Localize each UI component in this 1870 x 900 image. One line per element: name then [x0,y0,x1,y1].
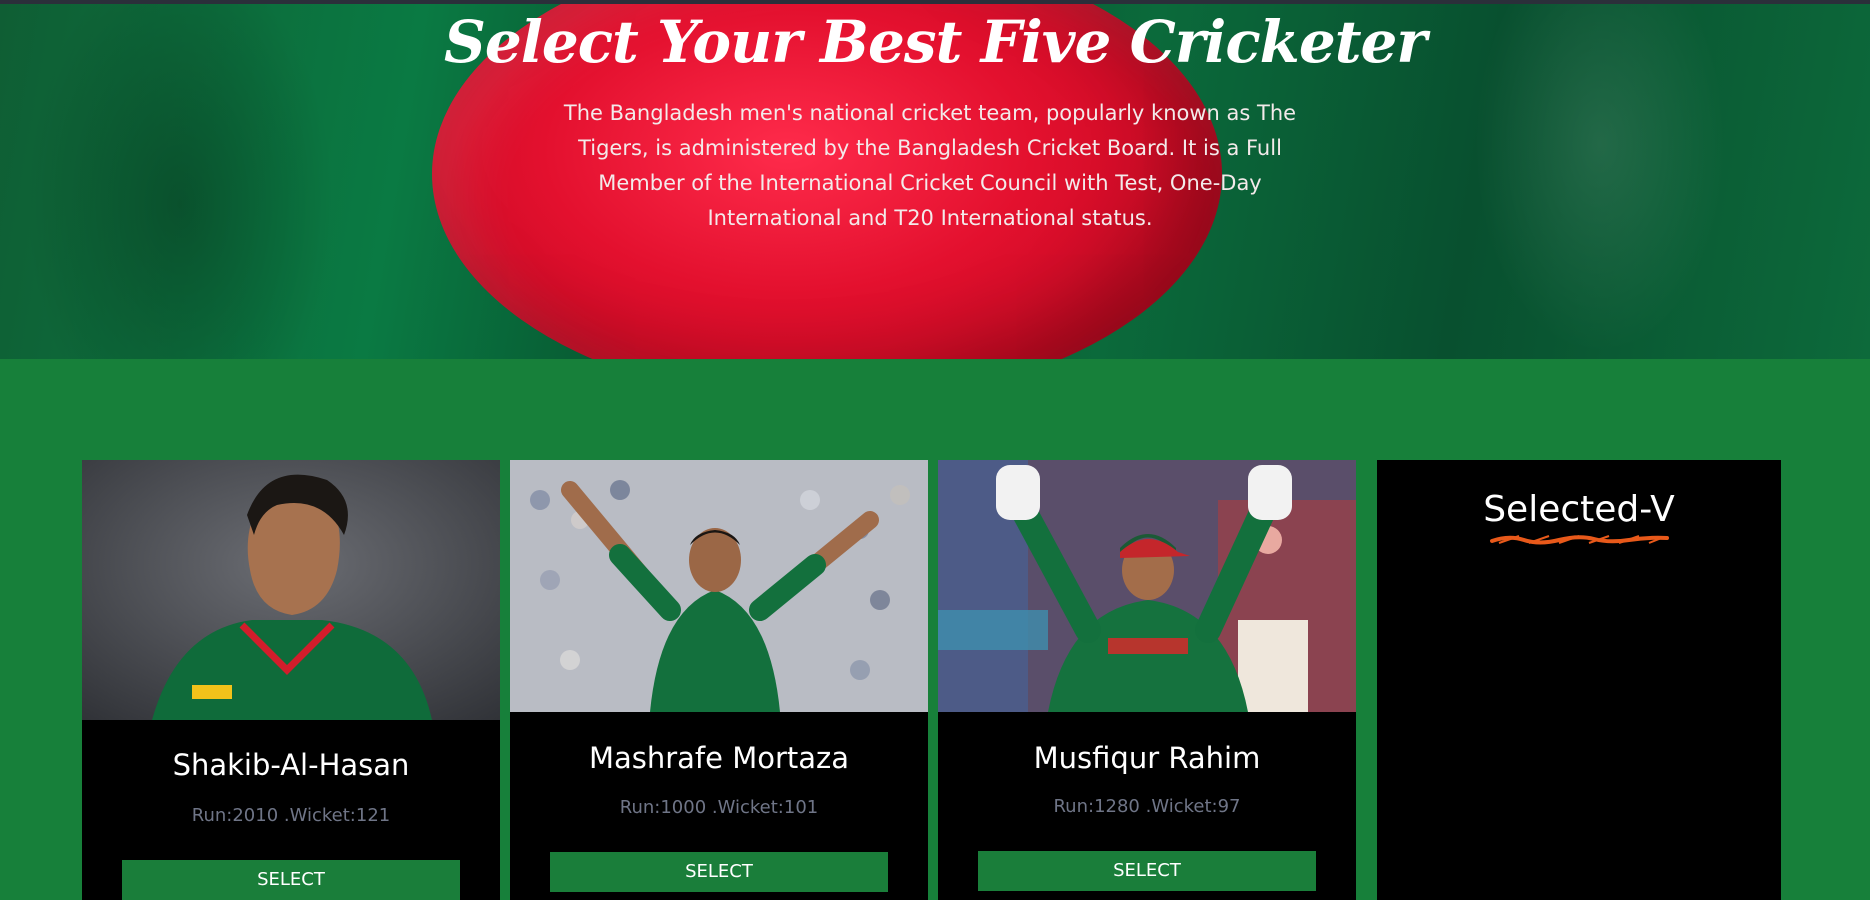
player-photo [510,460,928,712]
player-photo-shakib [82,460,500,720]
player-card: Musfiqur Rahim Run:1280 .Wicket:97 SELEC… [938,460,1356,900]
player-name: Mashrafe Mortaza [588,741,850,775]
selected-players-panel: Selected-V [1377,460,1781,900]
selected-panel-title: Selected-V [1483,489,1675,530]
player-name: Shakib-Al-Hasan [172,748,410,782]
player-stats: Run:2010 .Wicket:121 [191,805,391,826]
select-button-shakib[interactable]: SELECT [122,860,460,900]
hero-banner: Select Your Best Five Cricketer The Bang… [0,4,1870,359]
title-underline-scribble [1490,535,1669,545]
page-title: Select Your Best Five Cricketer [444,8,1427,76]
player-photo-musfiqur [938,460,1356,712]
player-photo [938,460,1356,712]
player-stats: Run:1000 .Wicket:101 [619,797,819,818]
player-card: Shakib-Al-Hasan Run:2010 .Wicket:121 SEL… [82,460,500,900]
select-button-mashrafe[interactable]: SELECT [550,852,888,892]
select-button-musfiqur[interactable]: SELECT [978,851,1316,891]
hero-description: The Bangladesh men's national cricket te… [563,101,1297,230]
player-name: Musfiqur Rahim [1033,741,1261,775]
player-photo-mashrafe [510,460,928,712]
player-card: Mashrafe Mortaza Run:1000 .Wicket:101 SE… [510,460,928,900]
player-photo [82,460,500,720]
player-stats: Run:1280 .Wicket:97 [1053,796,1241,817]
